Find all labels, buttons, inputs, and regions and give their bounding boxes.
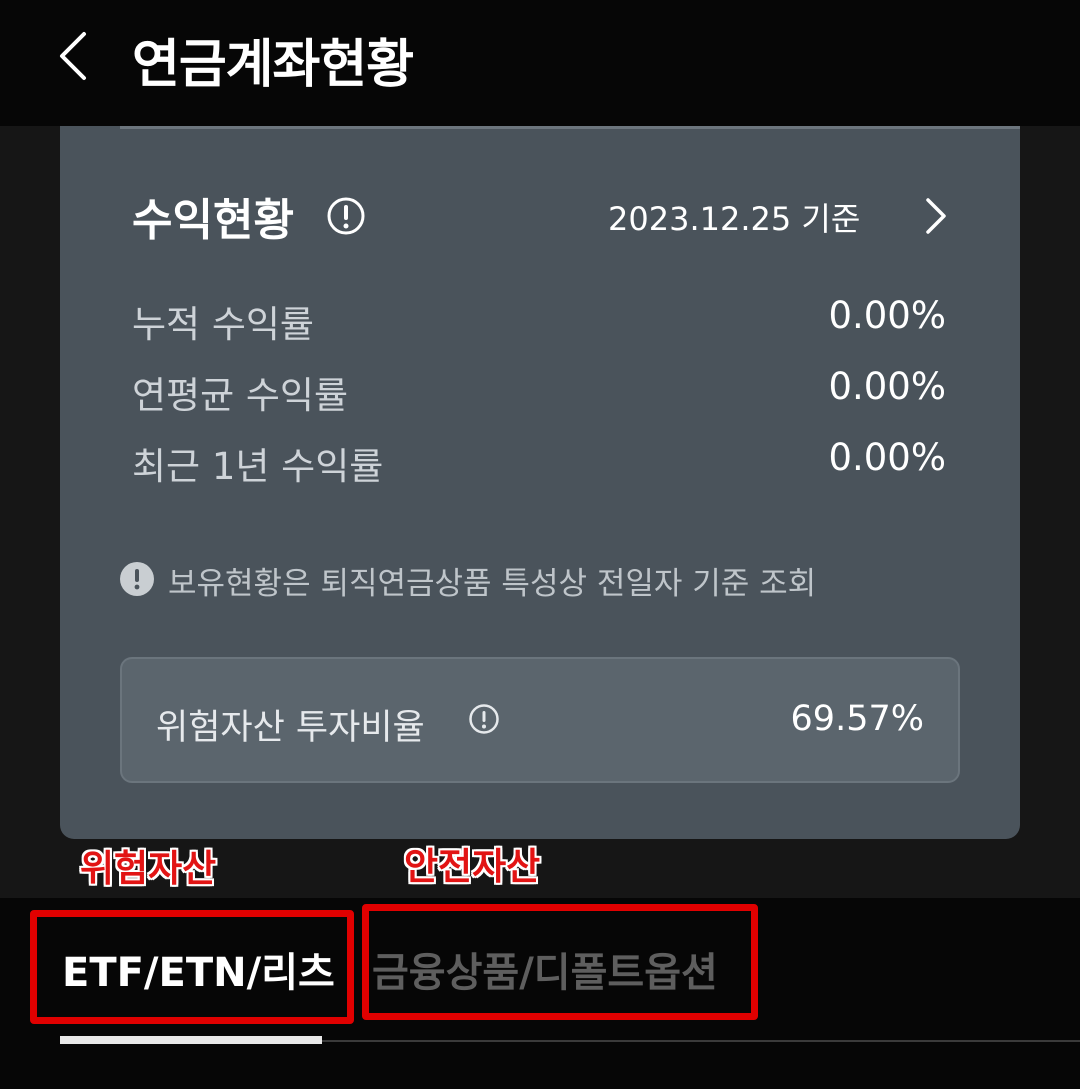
risk-asset-ratio-value: 69.57% — [790, 699, 924, 739]
page-title: 연금계좌현황 — [132, 35, 414, 95]
info-icon[interactable] — [468, 703, 500, 735]
annual-avg-return-value: 0.00% — [828, 365, 946, 408]
risk-asset-ratio-box: 위험자산 투자비율 69.57% — [120, 657, 960, 783]
recent-1y-return-value: 0.00% — [828, 436, 946, 479]
annual-avg-return-label: 연평균 수익률 — [132, 374, 349, 417]
top-app-bar: 연금계좌현황 — [0, 0, 1080, 126]
info-icon[interactable] — [326, 196, 366, 236]
notice-text: 보유현황은 퇴직연금상품 특성상 전일자 기준 조회 — [168, 566, 817, 602]
highlight-box-financial-tab — [362, 904, 758, 1020]
exclamation-icon — [120, 562, 154, 596]
cumulative-return-value: 0.00% — [828, 294, 946, 337]
profit-status-card: 수익현황 2023.12.25 기준 누적 수익률 0.00% 연평균 수익률 … — [60, 126, 1020, 839]
as-of-date: 2023.12.25 기준 — [608, 200, 861, 238]
active-tab-indicator — [60, 1036, 322, 1044]
back-arrow-icon[interactable] — [56, 30, 96, 82]
recent-1y-return-label: 최근 1년 수익률 — [132, 445, 384, 488]
chevron-right-icon[interactable] — [922, 196, 950, 236]
risk-asset-ratio-label: 위험자산 투자비율 — [156, 708, 425, 748]
highlight-box-etf-tab — [30, 910, 354, 1024]
cumulative-return-label: 누적 수익률 — [132, 303, 314, 346]
divider — [120, 126, 1020, 129]
annotation-risk-asset: 위험자산 — [80, 847, 217, 890]
annotation-safe-asset: 안전자산 — [404, 845, 541, 888]
section-title: 수익현황 — [132, 195, 294, 246]
